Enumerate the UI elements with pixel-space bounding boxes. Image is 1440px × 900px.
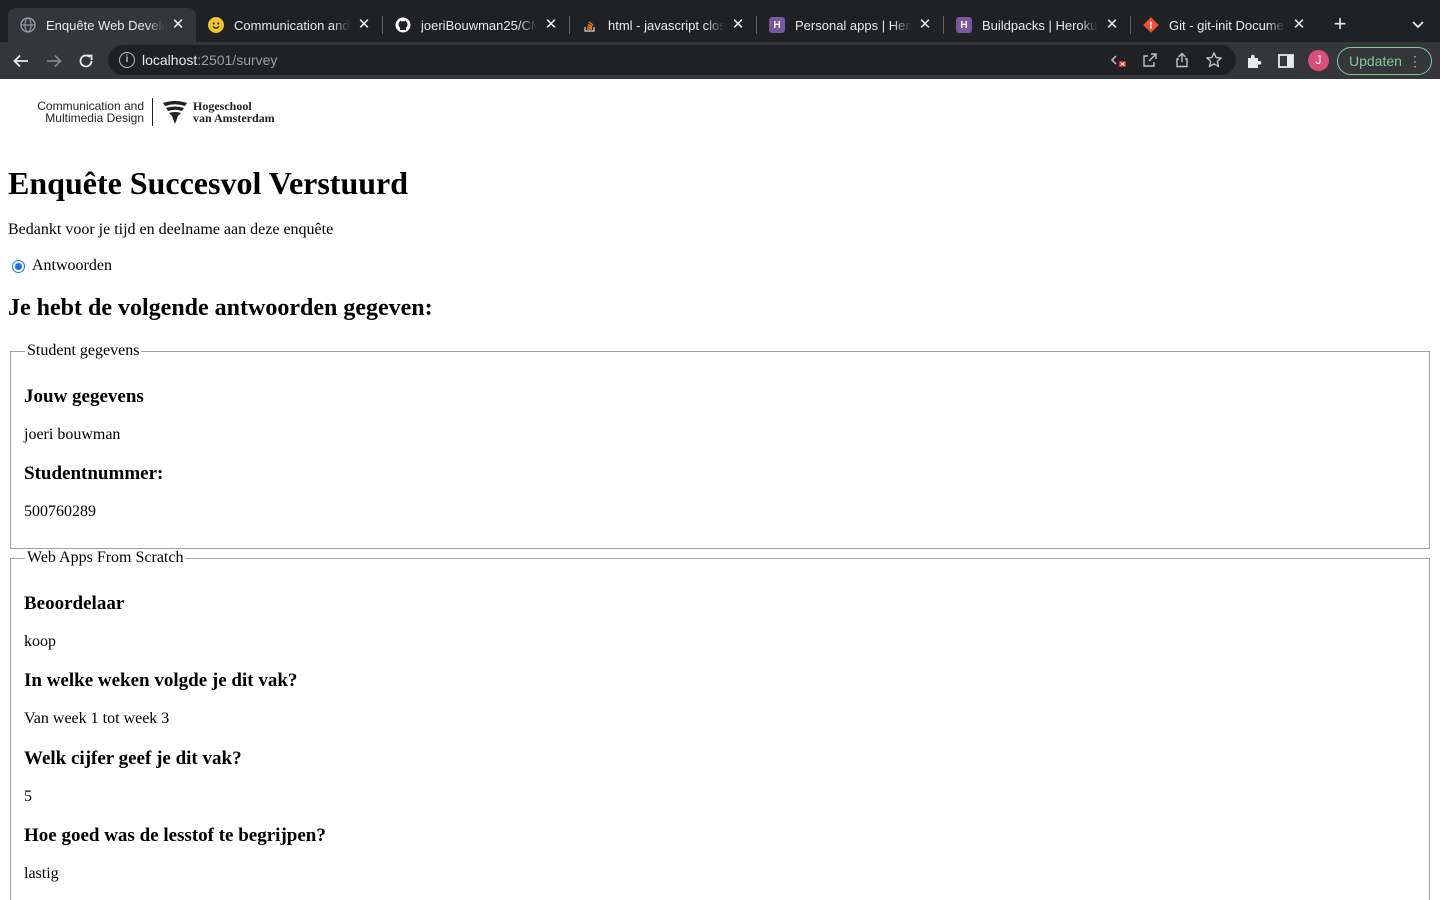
side-panel-icon[interactable] <box>1276 51 1296 71</box>
question-heading: In welke weken volgde je dit vak? <box>24 670 298 691</box>
answer-text: lastig <box>24 865 59 882</box>
answer-text: 500760289 <box>24 503 96 520</box>
tab-git[interactable]: Git - git-init Documentation ✕ <box>1131 8 1317 42</box>
tab-title: joeriBouwman25/CMD <box>421 17 537 33</box>
more-vert-icon[interactable]: ⋮ <box>1408 48 1422 74</box>
url-text[interactable]: localhost:2501/survey <box>142 52 277 68</box>
close-icon[interactable]: ✕ <box>917 17 933 33</box>
question-heading: Welk cijfer geef je dit vak? <box>24 748 242 769</box>
answers-toggle[interactable]: Antwoorden <box>12 257 112 275</box>
hva-emblem-icon <box>162 99 188 125</box>
fieldset-course: Web Apps From Scratch Beoordelaar koop I… <box>10 549 1430 900</box>
answers-radio[interactable] <box>12 259 25 273</box>
logo-cmd-text: Communication and Multimedia Design <box>32 100 144 124</box>
back-icon[interactable] <box>10 50 32 72</box>
stackoverflow-icon <box>582 17 598 33</box>
forward-icon[interactable] <box>43 50 65 72</box>
logo-cmd-line2: Multimedia Design <box>45 111 144 125</box>
close-icon[interactable]: ✕ <box>1291 17 1307 33</box>
globe-icon <box>20 17 36 33</box>
update-button[interactable]: Updaten ⋮ <box>1337 47 1432 75</box>
logo-divider <box>152 98 153 126</box>
profile-avatar[interactable]: J <box>1308 50 1329 71</box>
github-icon <box>395 17 411 33</box>
tab-title: html - javascript close <box>608 17 724 33</box>
tab-title: Buildpacks | Heroku Dev Center <box>982 17 1098 33</box>
heroku-icon: H <box>956 17 972 33</box>
question-heading: Jouw gegevens <box>24 386 144 407</box>
cmd-hva-logo: Communication and Multimedia Design Hoge… <box>32 98 284 128</box>
tab-heroku-apps[interactable]: H Personal apps | Heroku ✕ <box>757 8 943 42</box>
answers-radio-label[interactable]: Antwoorden <box>32 257 112 275</box>
tab-strip: Enquête Web Development ✕ Communication … <box>0 0 1440 42</box>
close-icon[interactable]: ✕ <box>543 17 559 33</box>
tab-cmd[interactable]: Communication and Multimedia Design ✕ <box>196 8 382 42</box>
open-in-new-icon[interactable] <box>1141 51 1159 69</box>
question-heading: Hoe goed was de lesstof te begrijpen? <box>24 825 326 846</box>
logo-hva-line2: van Amsterdam <box>193 111 275 125</box>
question-heading: Beoordelaar <box>24 593 125 614</box>
answer-text: 5 <box>24 788 32 805</box>
tab-title: Enquête Web Development <box>46 17 164 33</box>
tab-stackoverflow[interactable]: html - javascript close ✕ <box>570 8 756 42</box>
chevron-down-icon[interactable] <box>1408 14 1428 34</box>
question-heading: Studentnummer: <box>24 463 164 484</box>
tab-title: Personal apps | Heroku <box>795 17 911 33</box>
tab-title: Communication and Multimedia Design <box>234 17 350 33</box>
extensions-puzzle-icon[interactable] <box>1244 51 1264 71</box>
tab-enquete[interactable]: Enquête Web Development ✕ <box>8 8 196 42</box>
cmd-smiley-icon <box>208 17 224 33</box>
heroku-icon: H <box>769 17 785 33</box>
answer-text: Van week 1 tot week 3 <box>24 710 170 727</box>
close-icon[interactable]: ✕ <box>356 17 372 33</box>
code-blocked-icon[interactable] <box>1110 51 1128 69</box>
tab-github[interactable]: joeriBouwman25/CMD ✕ <box>383 8 569 42</box>
close-icon[interactable]: ✕ <box>730 17 746 33</box>
browser-toolbar: i localhost:2501/survey J Updaten ⋮ <box>0 42 1440 79</box>
close-icon[interactable]: ✕ <box>170 17 186 33</box>
page-title: Enquête Succesvol Verstuurd <box>8 165 409 201</box>
new-tab-icon[interactable]: + <box>1330 13 1350 35</box>
reload-icon[interactable] <box>75 50 97 72</box>
page-content: Communication and Multimedia Design Hoge… <box>0 79 1440 900</box>
close-icon[interactable]: ✕ <box>1104 17 1120 33</box>
fieldset-legend: Web Apps From Scratch <box>25 549 186 567</box>
answer-text: koop <box>24 633 56 650</box>
fieldset-student: Student gegevens Jouw gegevens joeri bou… <box>10 342 1430 549</box>
tab-title: Git - git-init Documentation <box>1169 17 1285 33</box>
answers-heading: Je hebt de volgende antwoorden gegeven: <box>8 295 433 321</box>
answer-text: joeri bouwman <box>24 426 121 443</box>
site-info-icon[interactable]: i <box>119 52 135 68</box>
bookmark-star-icon[interactable] <box>1205 51 1223 69</box>
tab-heroku-buildpacks[interactable]: H Buildpacks | Heroku Dev Center ✕ <box>944 8 1130 42</box>
update-label: Updaten <box>1349 53 1402 69</box>
address-bar[interactable]: i localhost:2501/survey <box>108 45 1236 75</box>
fieldset-legend: Student gegevens <box>25 342 142 360</box>
share-icon[interactable] <box>1173 51 1191 69</box>
logo-hva-text: Hogeschool van Amsterdam <box>193 100 275 124</box>
git-icon <box>1143 17 1159 33</box>
thanks-text: Bedankt voor je tijd en deelname aan dez… <box>8 221 334 238</box>
